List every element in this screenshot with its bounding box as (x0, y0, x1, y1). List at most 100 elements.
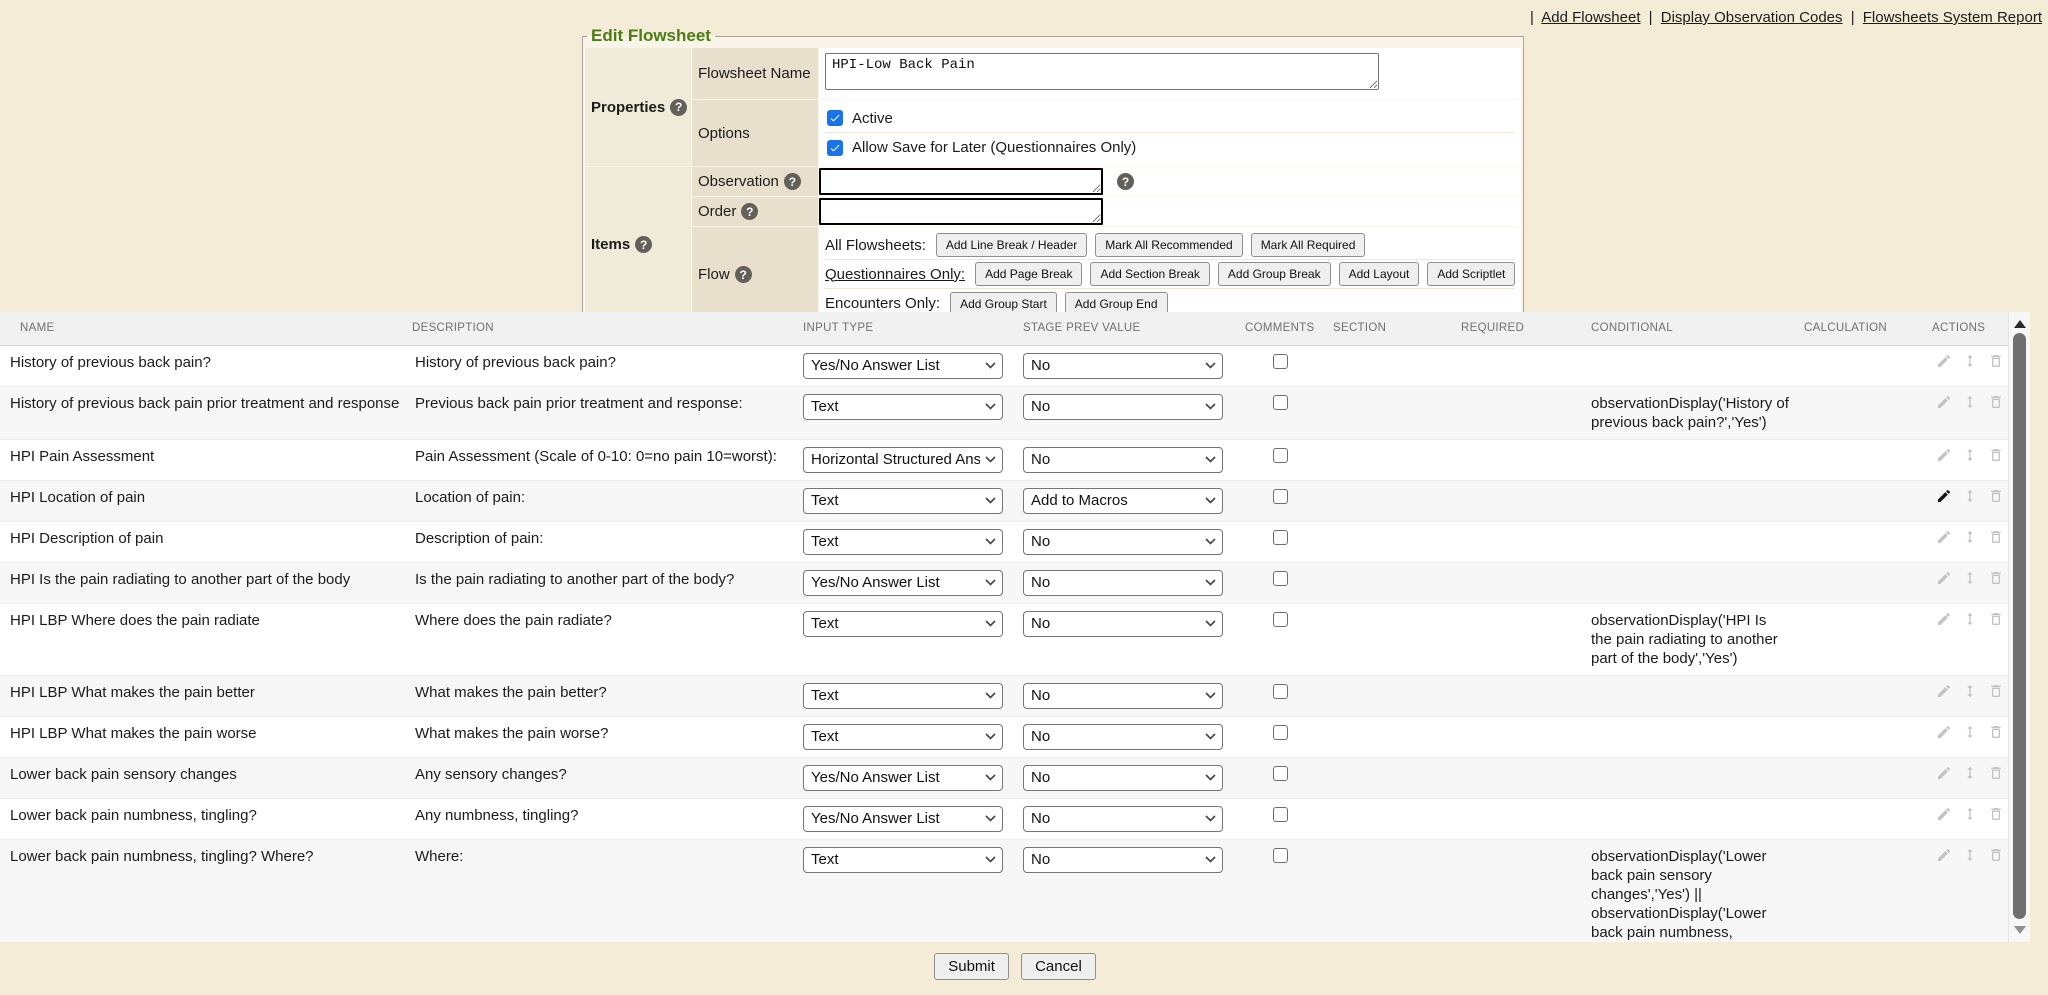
stage-prev-value-select[interactable]: No (1023, 447, 1223, 473)
move-icon[interactable] (1962, 529, 1978, 545)
help-icon[interactable]: ? (1117, 173, 1134, 190)
delete-icon[interactable] (1988, 611, 2004, 627)
nav-link-flowsheets-system-report[interactable]: Flowsheets System Report (1863, 9, 2042, 26)
comments-checkbox[interactable] (1273, 807, 1288, 822)
input-type-select[interactable]: Yes/No Answer List (803, 806, 1003, 832)
help-icon[interactable]: ? (741, 203, 758, 220)
comments-checkbox[interactable] (1273, 571, 1288, 586)
stage-prev-value-select[interactable]: No (1023, 394, 1223, 420)
input-type-select[interactable]: Text (803, 724, 1003, 750)
input-type-select[interactable]: Yes/No Answer List (803, 765, 1003, 791)
input-type-select[interactable]: Yes/No Answer List (803, 353, 1003, 379)
comments-checkbox[interactable] (1273, 354, 1288, 369)
input-type-select[interactable]: Text (803, 488, 1003, 514)
edit-icon[interactable] (1936, 529, 1952, 545)
move-icon[interactable] (1962, 611, 1978, 627)
vertical-scrollbar[interactable] (2008, 312, 2030, 942)
delete-icon[interactable] (1988, 765, 2004, 781)
stage-prev-value-select[interactable]: No (1023, 683, 1223, 709)
edit-icon[interactable] (1936, 447, 1952, 463)
stage-prev-value-select[interactable]: No (1023, 611, 1223, 637)
input-type-select[interactable]: Text (803, 847, 1003, 873)
comments-checkbox[interactable] (1273, 684, 1288, 699)
comments-checkbox[interactable] (1273, 766, 1288, 781)
checked-checkbox-icon[interactable] (827, 140, 843, 156)
edit-icon[interactable] (1936, 847, 1952, 863)
stage-prev-value-select[interactable]: No (1023, 765, 1223, 791)
scrollbar-down-arrow-icon[interactable] (2014, 926, 2026, 934)
help-icon[interactable]: ? (735, 266, 752, 283)
input-type-select[interactable]: Text (803, 529, 1003, 555)
delete-icon[interactable] (1988, 447, 2004, 463)
edit-icon[interactable] (1936, 353, 1952, 369)
edit-icon[interactable] (1936, 765, 1952, 781)
input-type-select[interactable]: Horizontal Structured Ans (803, 447, 1003, 473)
flow-action-button[interactable]: Mark All Required (1251, 233, 1366, 257)
observation-input[interactable] (819, 168, 1103, 195)
stage-prev-value-select[interactable]: No (1023, 806, 1223, 832)
move-icon[interactable] (1962, 570, 1978, 586)
order-input[interactable] (819, 198, 1103, 225)
stage-prev-value-select[interactable]: Add to Macros (1023, 488, 1223, 514)
input-type-select[interactable]: Yes/No Answer List (803, 570, 1003, 596)
stage-prev-value-select[interactable]: No (1023, 529, 1223, 555)
edit-icon[interactable] (1936, 394, 1952, 410)
nav-link-display-observation-codes[interactable]: Display Observation Codes (1661, 9, 1843, 26)
edit-icon[interactable] (1936, 724, 1952, 740)
move-icon[interactable] (1962, 765, 1978, 781)
flow-action-button[interactable]: Add Line Break / Header (936, 233, 1087, 257)
cancel-button[interactable]: Cancel (1021, 953, 1096, 980)
move-icon[interactable] (1962, 724, 1978, 740)
comments-checkbox[interactable] (1273, 848, 1288, 863)
stage-prev-value-select[interactable]: No (1023, 353, 1223, 379)
delete-icon[interactable] (1988, 570, 2004, 586)
move-icon[interactable] (1962, 683, 1978, 699)
comments-checkbox[interactable] (1273, 395, 1288, 410)
input-type-select[interactable]: Text (803, 394, 1003, 420)
move-icon[interactable] (1962, 847, 1978, 863)
stage-prev-value-select[interactable]: No (1023, 724, 1223, 750)
delete-icon[interactable] (1988, 847, 2004, 863)
comments-checkbox[interactable] (1273, 725, 1288, 740)
comments-checkbox[interactable] (1273, 612, 1288, 627)
move-icon[interactable] (1962, 353, 1978, 369)
scrollbar-thumb[interactable] (2013, 333, 2026, 919)
flow-action-button[interactable]: Add Scriptlet (1427, 262, 1515, 286)
move-icon[interactable] (1962, 394, 1978, 410)
edit-icon[interactable] (1936, 488, 1952, 504)
help-icon[interactable]: ? (635, 236, 652, 253)
edit-icon[interactable] (1936, 611, 1952, 627)
stage-prev-value-select[interactable]: No (1023, 570, 1223, 596)
scrollbar-up-arrow-icon[interactable] (2014, 320, 2026, 328)
move-icon[interactable] (1962, 447, 1978, 463)
checked-checkbox-icon[interactable] (827, 110, 843, 126)
edit-icon[interactable] (1936, 806, 1952, 822)
flow-action-button[interactable]: Add Group Break (1218, 262, 1331, 286)
delete-icon[interactable] (1988, 724, 2004, 740)
flow-action-button[interactable]: Add Page Break (975, 262, 1082, 286)
delete-icon[interactable] (1988, 353, 2004, 369)
help-icon[interactable]: ? (670, 99, 687, 116)
comments-checkbox[interactable] (1273, 448, 1288, 463)
delete-icon[interactable] (1988, 488, 2004, 504)
stage-prev-value-select[interactable]: No (1023, 847, 1223, 873)
comments-checkbox[interactable] (1273, 530, 1288, 545)
move-icon[interactable] (1962, 806, 1978, 822)
submit-button[interactable]: Submit (934, 953, 1009, 980)
flow-action-button[interactable]: Add Section Break (1090, 262, 1209, 286)
move-icon[interactable] (1962, 488, 1978, 504)
edit-icon[interactable] (1936, 683, 1952, 699)
delete-icon[interactable] (1988, 529, 2004, 545)
comments-checkbox[interactable] (1273, 489, 1288, 504)
nav-link-add-flowsheet[interactable]: Add Flowsheet (1541, 9, 1640, 26)
help-icon[interactable]: ? (784, 173, 801, 190)
flow-action-button[interactable]: Mark All Recommended (1095, 233, 1242, 257)
input-type-select[interactable]: Text (803, 683, 1003, 709)
delete-icon[interactable] (1988, 683, 2004, 699)
flowsheet-name-input[interactable]: HPI-Low Back Pain (825, 53, 1379, 90)
delete-icon[interactable] (1988, 394, 2004, 410)
input-type-select[interactable]: Text (803, 611, 1003, 637)
edit-icon[interactable] (1936, 570, 1952, 586)
flow-action-button[interactable]: Add Layout (1339, 262, 1420, 286)
delete-icon[interactable] (1988, 806, 2004, 822)
